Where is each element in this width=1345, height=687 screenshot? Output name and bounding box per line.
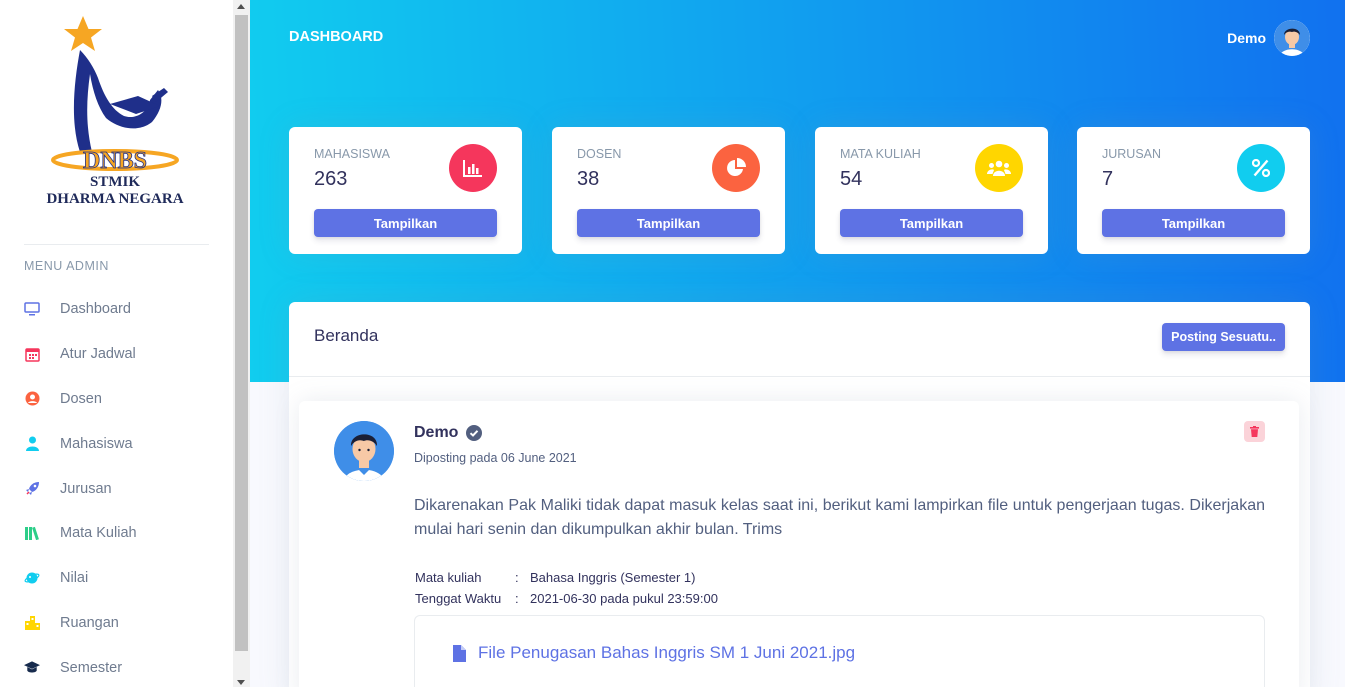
- graduation-cap-icon: [24, 660, 40, 676]
- post-date: Diposting pada 06 June 2021: [414, 451, 577, 465]
- stat-card-mata-kuliah: MATA KULIAH 54 Tampilkan: [815, 127, 1048, 254]
- building-icon: [24, 615, 40, 631]
- meta-separator: :: [515, 570, 519, 585]
- monitor-icon: [24, 301, 40, 317]
- meta-value: Bahasa Inggris (Semester 1): [530, 570, 696, 585]
- sidebar-item-ruangan[interactable]: Ruangan: [0, 601, 233, 646]
- post-author-name: Demo: [414, 424, 459, 441]
- stat-card-jurusan: JURUSAN 7 Tampilkan: [1077, 127, 1310, 254]
- sidebar-scrollbar[interactable]: [233, 0, 250, 687]
- trash-icon: [1250, 426, 1259, 437]
- books-icon: [24, 525, 40, 541]
- sidebar-item-jurusan[interactable]: Jurusan: [0, 466, 233, 511]
- sidebar-item-label: Mahasiswa: [60, 435, 133, 452]
- user-name: Demo: [1227, 30, 1266, 46]
- post-something-button[interactable]: Posting Sesuatu..: [1162, 323, 1285, 351]
- sidebar-item-atur-jadwal[interactable]: Atur Jadwal: [0, 332, 233, 377]
- sidebar-item-mata-kuliah[interactable]: Mata Kuliah: [0, 511, 233, 556]
- show-mahasiswa-button[interactable]: Tampilkan: [314, 209, 497, 237]
- sidebar: DNBS STMIK DHARMA NEGARA MENU ADMIN Dash…: [0, 0, 233, 687]
- avatar[interactable]: [1274, 20, 1310, 56]
- brand-logo[interactable]: DNBS STMIK DHARMA NEGARA: [40, 12, 190, 212]
- sidebar-item-label: Nilai: [60, 570, 89, 587]
- rocket-icon: [24, 481, 40, 497]
- delete-post-button[interactable]: [1244, 421, 1265, 442]
- attachment-name: File Penugasan Bahas Inggris SM 1 Juni 2…: [478, 643, 856, 662]
- sidebar-item-label: Dashboard: [60, 301, 131, 318]
- bar-chart-icon: [449, 144, 497, 192]
- file-icon: [453, 644, 466, 662]
- sidebar-item-label: Ruangan: [60, 614, 119, 631]
- stat-value: 38: [577, 168, 600, 190]
- stat-value: 7: [1102, 168, 1114, 190]
- post-meta: Mata kuliah : Bahasa Inggris (Semester 1…: [415, 567, 718, 609]
- meta-row-course: Mata kuliah : Bahasa Inggris (Semester 1…: [415, 567, 718, 588]
- post-card: Demo Diposting pada 06 June 2021 Dikaren…: [299, 401, 1299, 687]
- attachment-link[interactable]: File Penugasan Bahas Inggris SM 1 Juni 2…: [453, 643, 855, 663]
- stat-label: MAHASISWA: [314, 147, 390, 161]
- calendar-icon: [24, 346, 40, 362]
- sidebar-nav: Dashboard Atur Jadwal Dosen Mahasiswa Ju…: [0, 287, 233, 687]
- post-author: Demo: [414, 424, 483, 442]
- page-title: DASHBOARD: [289, 29, 384, 45]
- meta-key: Tenggat Waktu: [415, 591, 502, 606]
- scroll-thumb[interactable]: [235, 15, 248, 651]
- brand-line-2: DHARMA NEGARA: [46, 191, 184, 207]
- sidebar-item-dashboard[interactable]: Dashboard: [0, 287, 233, 332]
- sidebar-item-label: Jurusan: [60, 480, 112, 497]
- svg-text:DNBS: DNBS: [83, 148, 147, 172]
- stat-card-dosen: DOSEN 38 Tampilkan: [552, 127, 785, 254]
- show-dosen-button[interactable]: Tampilkan: [577, 209, 760, 237]
- brand-line-1: STMIK: [89, 174, 140, 190]
- meta-separator: :: [515, 591, 519, 606]
- show-mata-kuliah-button[interactable]: Tampilkan: [840, 209, 1023, 237]
- percent-icon: [1237, 144, 1285, 192]
- scroll-down-icon[interactable]: [237, 680, 245, 685]
- planet-icon: [24, 570, 40, 586]
- stat-value: 54: [840, 168, 863, 190]
- attachment-box: File Penugasan Bahas Inggris SM 1 Juni 2…: [414, 615, 1265, 687]
- stat-label: DOSEN: [577, 147, 622, 161]
- users-icon: [975, 144, 1023, 192]
- meta-row-deadline: Tenggat Waktu : 2021-06-30 pada pukul 23…: [415, 588, 718, 609]
- sidebar-item-mahasiswa[interactable]: Mahasiswa: [0, 421, 233, 466]
- panel-header: Beranda Posting Sesuatu..: [289, 302, 1310, 377]
- beranda-panel: Beranda Posting Sesuatu.. Demo Diposting…: [289, 302, 1310, 687]
- verified-check-icon: [466, 425, 483, 441]
- avatar[interactable]: [334, 421, 394, 481]
- stat-label: MATA KULIAH: [840, 147, 921, 161]
- stat-card-mahasiswa: MAHASISWA 263 Tampilkan: [289, 127, 522, 254]
- stat-value: 263: [314, 168, 348, 190]
- sidebar-item-label: Dosen: [60, 390, 102, 407]
- sidebar-item-label: Mata Kuliah: [60, 525, 137, 542]
- sidebar-item-label: Atur Jadwal: [60, 346, 136, 363]
- pie-chart-icon: [712, 144, 760, 192]
- post-body: Dikarenakan Pak Maliki tidak dapat masuk…: [414, 497, 1265, 538]
- sidebar-item-semester[interactable]: Semester: [0, 645, 233, 687]
- sidebar-item-label: Semester: [60, 659, 123, 676]
- sidebar-item-dosen[interactable]: Dosen: [0, 377, 233, 422]
- stat-label: JURUSAN: [1102, 147, 1162, 161]
- meta-key: Mata kuliah: [415, 570, 482, 585]
- show-jurusan-button[interactable]: Tampilkan: [1102, 209, 1285, 237]
- sidebar-item-nilai[interactable]: Nilai: [0, 556, 233, 601]
- brand-name: STMIK DHARMA NEGARA: [40, 174, 190, 208]
- dnbs-logo-icon: DNBS: [51, 16, 179, 174]
- scroll-up-icon[interactable]: [237, 4, 245, 9]
- user-menu[interactable]: Demo: [1227, 20, 1310, 56]
- panel-title: Beranda: [314, 326, 379, 345]
- user-circle-icon: [24, 391, 40, 407]
- user-icon: [24, 436, 40, 452]
- sidebar-divider: [24, 244, 209, 245]
- meta-value: 2021-06-30 pada pukul 23:59:00: [530, 591, 718, 606]
- menu-heading: MENU ADMIN: [24, 259, 109, 273]
